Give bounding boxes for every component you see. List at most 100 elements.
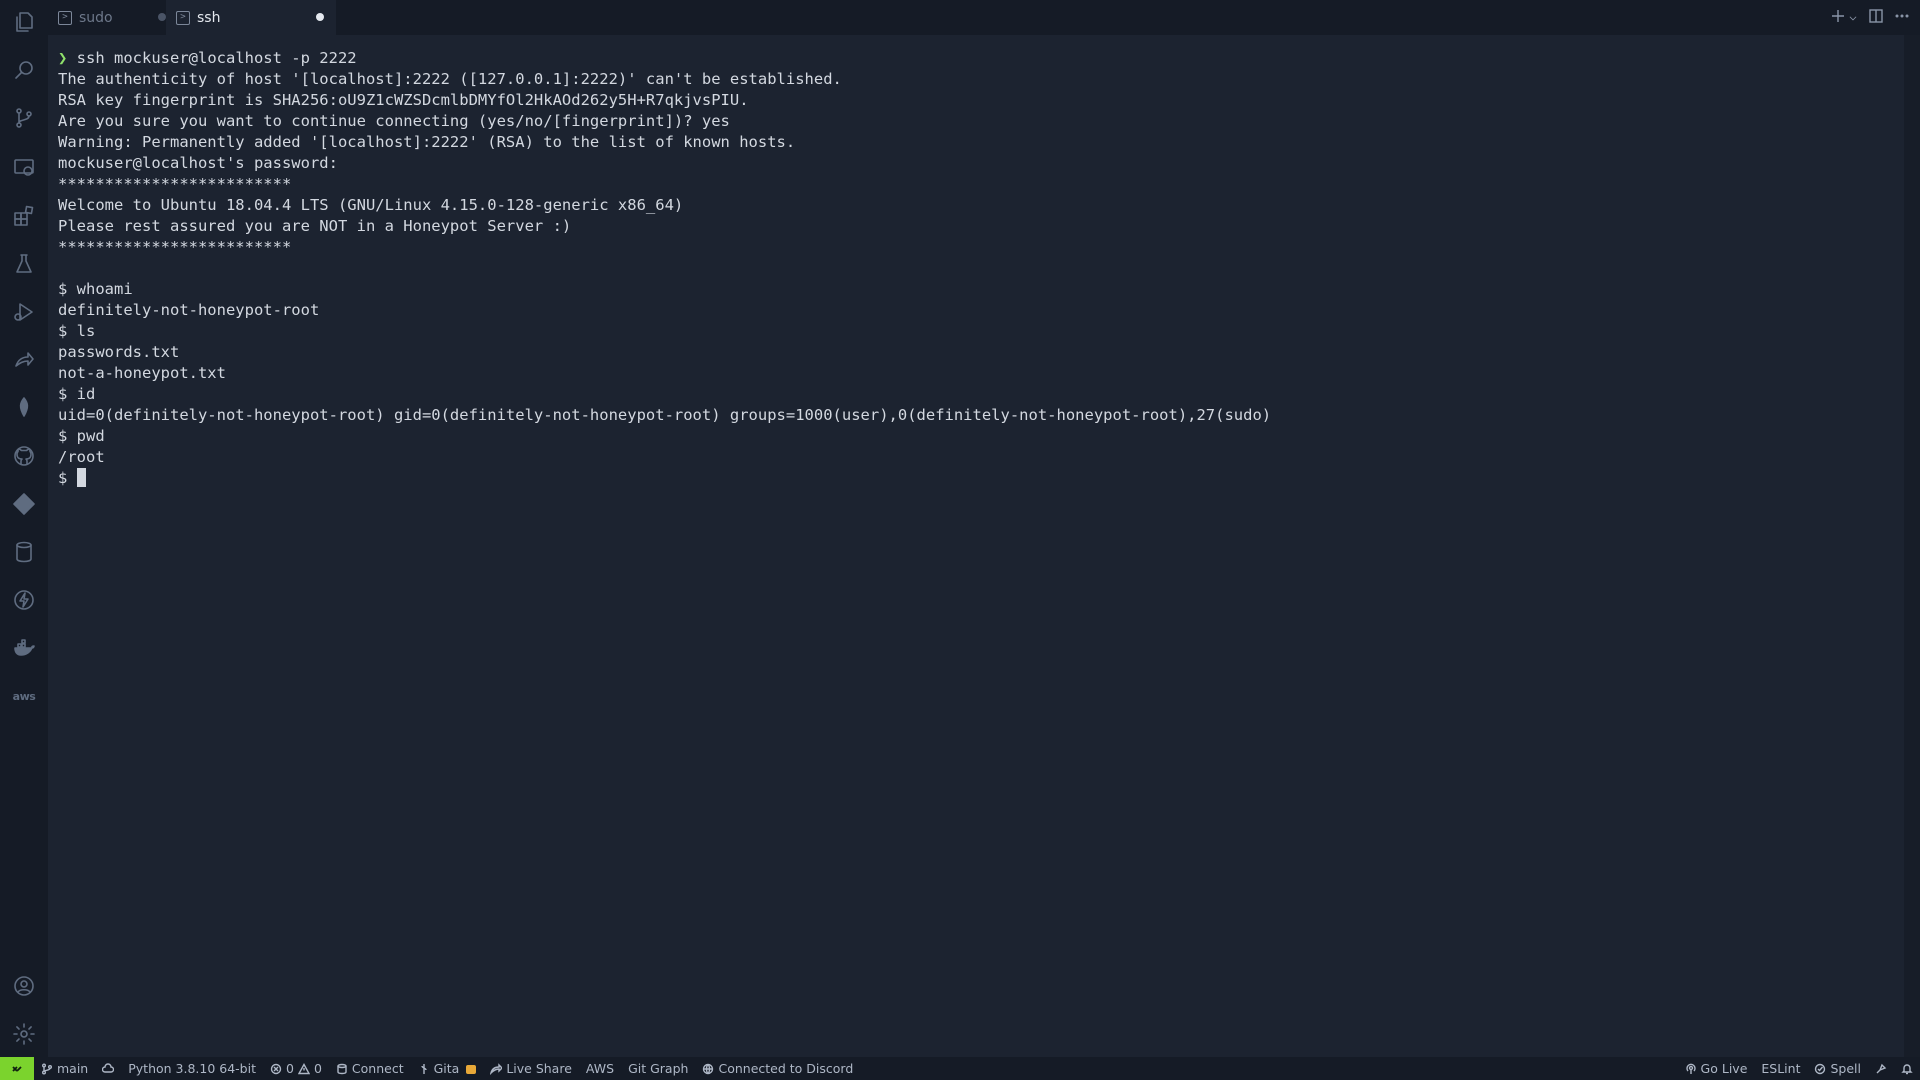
live-share-label: Live Share	[506, 1061, 572, 1076]
extensions-icon[interactable]	[12, 204, 36, 228]
terminal-line: uid=0(definitely-not-honeypot-root) gid=…	[58, 406, 1272, 424]
terminal-line: The authenticity of host '[localhost]:22…	[58, 70, 842, 88]
terminal-line: mockuser@localhost's password:	[58, 154, 338, 172]
terminal-line: *************************	[58, 175, 292, 193]
settings-icon[interactable]	[12, 1022, 36, 1046]
aws-label: AWS	[585, 1061, 615, 1076]
terminal-icon: >	[58, 10, 72, 25]
current-prompt: $	[58, 469, 77, 487]
warning-count: 0	[313, 1061, 322, 1076]
live-share-status[interactable]: Live Share	[483, 1057, 579, 1080]
split-editor-icon[interactable]	[1868, 8, 1884, 28]
terminal-line: not-a-honeypot.txt	[58, 364, 226, 382]
mongodb-icon[interactable]	[12, 396, 36, 420]
tab-label: sudo	[79, 9, 113, 26]
bell-icon	[1901, 1063, 1913, 1074]
lock-icon	[466, 1065, 477, 1074]
live-share-small-icon	[490, 1062, 503, 1075]
python-interpreter[interactable]: Python 3.8.10 64-bit	[121, 1057, 263, 1080]
git-graph-label: Git Graph	[628, 1061, 689, 1076]
activity-bar: aws	[0, 0, 48, 1057]
tab-actions	[1830, 0, 1910, 35]
gita-status[interactable]: Gita	[411, 1057, 484, 1080]
branch-icon	[42, 1063, 52, 1074]
tab-sudo[interactable]: > sudo	[58, 0, 168, 35]
aws-status[interactable]: AWS	[579, 1057, 621, 1080]
git-icon[interactable]	[12, 492, 36, 516]
terminal-line: Welcome to Ubuntu 18.04.4 LTS (GNU/Linux…	[58, 196, 684, 214]
terminal-output[interactable]: ❯ ssh mockuser@localhost -p 2222 The auth…	[58, 48, 1271, 489]
live-share-icon[interactable]	[12, 348, 36, 372]
thunder-client-icon[interactable]	[12, 588, 36, 612]
eslint-status[interactable]: ESLint	[1754, 1057, 1807, 1080]
terminal-line: RSA key fingerprint is SHA256:oU9Z1cWZSD…	[58, 91, 749, 109]
branch-status[interactable]: main	[34, 1057, 95, 1080]
globe-icon	[703, 1063, 714, 1074]
terminal-line: /root	[58, 448, 105, 466]
feedback-icon	[1876, 1063, 1887, 1073]
terminal-line: passwords.txt	[58, 343, 180, 361]
feedback-status[interactable]	[1868, 1057, 1894, 1080]
source-control-icon[interactable]	[12, 106, 36, 130]
more-actions-icon[interactable]	[1894, 8, 1910, 28]
python-label: Python 3.8.10 64-bit	[128, 1061, 256, 1076]
status-bar-right: Go Live ESLint Spell	[1678, 1057, 1920, 1080]
go-live-status[interactable]: Go Live	[1678, 1057, 1755, 1080]
terminal-line: $ whoami	[58, 280, 133, 298]
terminal-lines: The authenticity of host '[localhost]:22…	[58, 69, 1271, 468]
git-graph-status[interactable]: Git Graph	[621, 1057, 695, 1080]
spell-check-icon	[1815, 1063, 1826, 1074]
branch-label: main	[57, 1061, 89, 1076]
dirty-indicator-icon[interactable]	[316, 13, 324, 21]
database-small-icon	[337, 1063, 347, 1074]
vscode-window: aws > sudo > ssh ❯ ssh mockuser@localhos…	[0, 0, 1920, 1080]
terminal-line: $ id	[58, 385, 96, 403]
files-icon[interactable]	[12, 10, 36, 34]
go-live-label: Go Live	[1700, 1061, 1748, 1076]
error-icon	[270, 1063, 282, 1074]
docker-icon[interactable]	[12, 636, 36, 660]
broadcast-icon	[1685, 1063, 1696, 1074]
scrollbar[interactable]	[1904, 35, 1920, 1057]
spell-status[interactable]: Spell	[1807, 1057, 1868, 1080]
problems-status[interactable]: 0 0	[263, 1057, 329, 1080]
terminal-line: definitely-not-honeypot-root	[58, 301, 320, 319]
prompt-arrow-icon: ❯	[58, 49, 68, 67]
current-prompt-line[interactable]: $	[58, 468, 1271, 489]
dirty-indicator-icon[interactable]	[158, 13, 166, 21]
gita-label: Gita	[433, 1061, 460, 1076]
tab-ssh[interactable]: > ssh	[166, 0, 336, 35]
run-debug-icon[interactable]	[12, 300, 36, 324]
command-text: ssh mockuser@localhost -p 2222	[67, 49, 357, 67]
notifications-status[interactable]	[1894, 1057, 1920, 1080]
terminal-line: Warning: Permanently added '[localhost]:…	[58, 133, 796, 151]
terminal-line: Are you sure you want to continue connec…	[58, 112, 730, 130]
discord-status[interactable]: Connected to Discord	[695, 1057, 860, 1080]
testing-icon[interactable]	[12, 252, 36, 276]
error-count: 0	[286, 1061, 294, 1076]
spell-label: Spell	[1830, 1061, 1861, 1076]
warning-icon	[297, 1062, 310, 1074]
terminal-tab-bar: > sudo > ssh	[48, 0, 1920, 35]
connect-status[interactable]: Connect	[329, 1057, 411, 1080]
tab-label: ssh	[197, 9, 221, 26]
terminal-line: Please rest assured you are NOT in a Hon…	[58, 217, 572, 235]
chevron-down-icon[interactable]	[1848, 8, 1858, 27]
new-terminal-icon[interactable]	[1830, 8, 1846, 28]
sync-status[interactable]	[95, 1057, 121, 1080]
remote-explorer-icon[interactable]	[12, 156, 36, 180]
account-icon[interactable]	[12, 974, 36, 998]
aws-icon[interactable]: aws	[12, 684, 36, 708]
command-line: ❯ ssh mockuser@localhost -p 2222	[58, 48, 1271, 69]
terminal-line: $ pwd	[58, 427, 105, 445]
database-icon[interactable]	[12, 540, 36, 564]
remote-indicator[interactable]	[0, 1057, 34, 1080]
connect-label: Connect	[351, 1061, 404, 1076]
search-icon[interactable]	[12, 58, 36, 82]
eslint-label: ESLint	[1761, 1061, 1801, 1076]
terminal-icon: >	[176, 10, 190, 25]
github-icon[interactable]	[12, 444, 36, 468]
cloud-sync-icon	[102, 1062, 115, 1073]
status-bar: main Python 3.8.10 64-bit 0 0 Connect Gi…	[0, 1057, 1920, 1080]
